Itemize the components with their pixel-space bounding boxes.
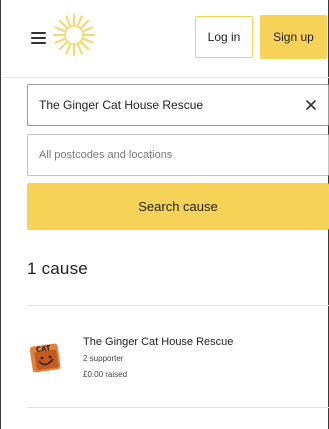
cause-raised: £0.00 raised — [83, 370, 128, 379]
cause-list-item[interactable]: CAT The Ginger Cat House Rescue 2 suppor… — [27, 320, 329, 396]
login-button[interactable]: Log in — [195, 16, 253, 58]
signup-button[interactable]: Sign up — [260, 15, 327, 59]
results-divider — [27, 305, 329, 306]
cause-name[interactable]: The Ginger Cat House Rescue — [83, 336, 233, 348]
hamburger-menu-icon[interactable] — [31, 32, 46, 44]
location-input[interactable] — [28, 135, 328, 175]
close-icon[interactable] — [304, 98, 318, 112]
sunburst-logo-icon[interactable] — [51, 12, 97, 58]
results-divider-bottom — [27, 407, 329, 408]
location-field[interactable] — [27, 134, 329, 176]
results-count: 1 cause — [27, 259, 88, 278]
page-frame: Log in Sign up The Ginger Cat House Resc… — [0, 0, 329, 429]
site-header: Log in Sign up — [1, 0, 329, 77]
cause-search-value[interactable]: The Ginger Cat House Rescue — [39, 98, 203, 112]
cause-thumbnail: CAT — [27, 339, 63, 375]
search-cause-button[interactable]: Search cause — [27, 183, 329, 230]
cause-search-field[interactable]: The Ginger Cat House Rescue — [27, 84, 329, 126]
cause-supporters: 2 supporter — [83, 354, 124, 363]
header-divider — [2, 77, 329, 78]
